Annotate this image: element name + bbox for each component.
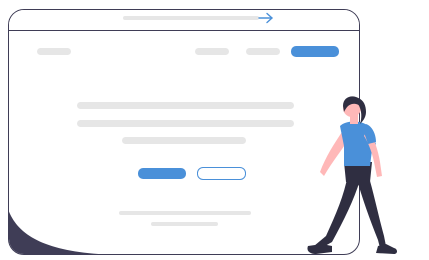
walking-person-figure bbox=[307, 96, 397, 254]
browser-toolbar bbox=[9, 10, 359, 31]
nav-link-placeholder bbox=[195, 48, 229, 55]
illustration-scene bbox=[0, 0, 429, 260]
nav-logo-placeholder bbox=[37, 48, 71, 55]
primary-button-placeholder bbox=[138, 168, 186, 179]
heading-line-placeholder bbox=[77, 120, 294, 127]
secondary-button-placeholder bbox=[197, 167, 246, 180]
subtitle-line-placeholder bbox=[122, 137, 246, 144]
arrow-right-icon bbox=[258, 12, 273, 24]
footer-line-placeholder bbox=[119, 211, 251, 215]
corner-decoration bbox=[9, 211, 100, 254]
heading-line-placeholder bbox=[77, 102, 294, 109]
nav-cta-button-placeholder bbox=[291, 46, 339, 57]
nav-link-placeholder bbox=[246, 48, 280, 55]
footer-line-placeholder bbox=[151, 222, 218, 226]
address-bar bbox=[123, 16, 259, 20]
